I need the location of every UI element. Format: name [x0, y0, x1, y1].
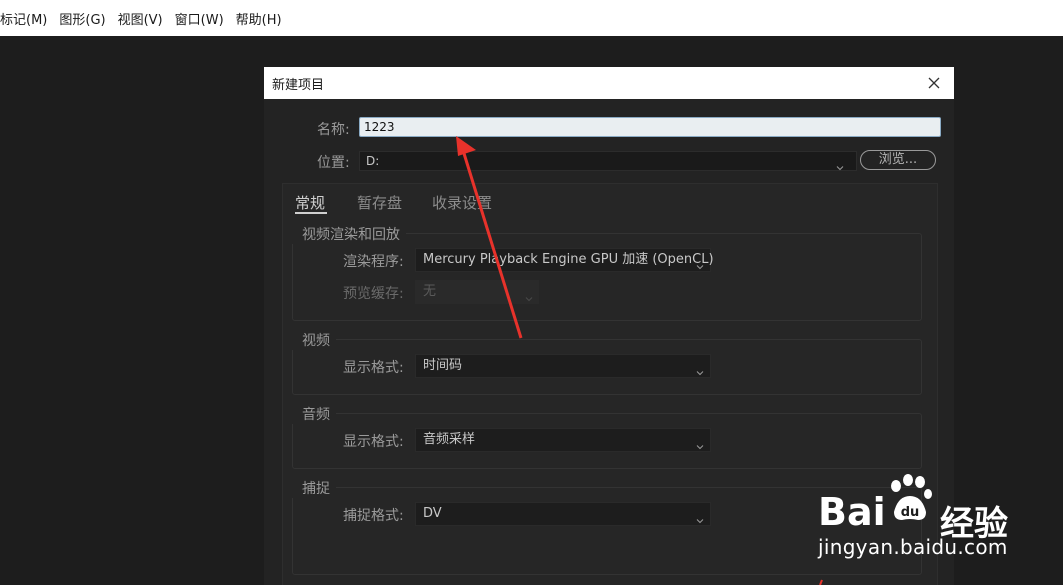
audio-display-format-value: 音频采样 [423, 432, 476, 447]
capture-format-select[interactable]: DV [415, 502, 711, 526]
dialog-title: 新建项目 [272, 77, 325, 93]
close-icon[interactable] [924, 73, 944, 93]
watermark-url: jingyan.baidu.com [818, 535, 1008, 559]
location-select[interactable]: D: [359, 151, 857, 171]
renderer-value: Mercury Playback Engine GPU 加速 (OpenCL) [423, 252, 714, 267]
project-name-input[interactable]: 1223 [359, 117, 941, 137]
chevron-down-icon [696, 436, 704, 450]
video-display-format-select[interactable]: 时间码 [415, 354, 711, 378]
group-title-video-rendering: 视频渲染和回放 [292, 224, 406, 244]
chevron-down-icon [696, 510, 704, 524]
menu-help[interactable]: 帮助(H) [226, 9, 288, 28]
renderer-label: 渲染程序: [343, 254, 404, 270]
chevron-down-icon [696, 362, 704, 376]
menu-graphics[interactable]: 图形(G) [49, 9, 111, 28]
dialog-titlebar: 新建项目 [264, 67, 954, 99]
preview-cache-select[interactable]: 无 [415, 280, 539, 304]
preview-cache-label: 预览缓存: [343, 286, 404, 302]
menu-view[interactable]: 视图(V) [108, 9, 169, 28]
group-video-rendering: 视频渲染和回放 渲染程序: Mercury Playback Engine GP… [292, 224, 922, 321]
menu-bar: 标记(M) 图形(G) 视图(V) 窗口(W) 帮助(H) [0, 0, 1063, 36]
audio-display-format-label: 显示格式: [343, 434, 404, 450]
video-display-format-value: 时间码 [423, 358, 463, 373]
capture-format-label: 捕捉格式: [343, 508, 404, 524]
group-audio: 音频 显示格式: 音频采样 [292, 404, 922, 469]
menu-window[interactable]: 窗口(W) [165, 9, 230, 28]
group-video: 视频 显示格式: 时间码 [292, 330, 922, 395]
capture-format-value: DV [423, 506, 442, 521]
chevron-down-icon [836, 157, 844, 171]
menu-mark[interactable]: 标记(M) [0, 9, 53, 28]
video-display-format-label: 显示格式: [343, 360, 404, 376]
name-label: 名称: [317, 122, 350, 138]
svg-text:du: du [901, 505, 920, 520]
group-title-capture: 捕捉 [292, 478, 336, 498]
chevron-down-icon [696, 256, 704, 270]
tab-ingest-settings[interactable]: 收录设置 [432, 192, 492, 213]
preview-cache-value: 无 [423, 284, 437, 299]
watermark-brand: Bai [818, 490, 886, 534]
paw-logo-icon: du [884, 472, 936, 524]
browse-button[interactable]: 浏览... [860, 150, 936, 170]
chevron-down-icon [525, 288, 533, 302]
active-tab-indicator [295, 212, 327, 214]
group-title-video: 视频 [292, 330, 336, 350]
group-title-audio: 音频 [292, 404, 336, 424]
tab-scratch-disks[interactable]: 暂存盘 [357, 192, 402, 213]
location-label: 位置: [317, 155, 350, 171]
audio-display-format-select[interactable]: 音频采样 [415, 428, 711, 452]
renderer-select[interactable]: Mercury Playback Engine GPU 加速 (OpenCL) [415, 248, 714, 272]
tab-general[interactable]: 常规 [295, 192, 325, 213]
location-value: D: [366, 154, 380, 168]
